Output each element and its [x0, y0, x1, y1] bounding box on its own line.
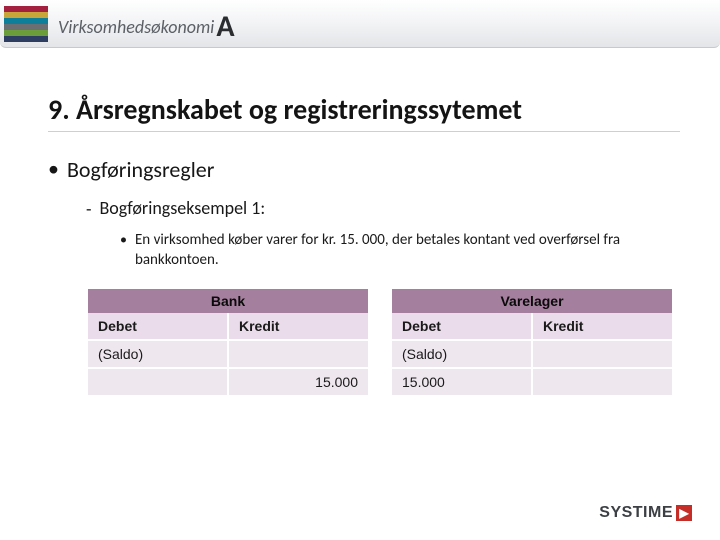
col-kredit: Kredit	[533, 313, 672, 339]
footer-brand-text: SYSTIME	[599, 504, 673, 522]
table-row: 15.000	[392, 367, 672, 395]
brand: Virksomhedsøkonomi A	[58, 9, 235, 39]
cell: (Saldo)	[88, 341, 229, 367]
col-debet: Debet	[392, 313, 533, 339]
sublist-text: Bogføringseksempel 1:	[100, 197, 266, 219]
page-title: 9. Årsregnskabet og registreringssytemet	[48, 92, 680, 132]
subsublist-text: En virksomhed køber varer for kr. 15. 00…	[135, 230, 680, 271]
cell	[229, 341, 368, 367]
sublist: Bogføringseksempel 1:	[86, 197, 680, 220]
cell: (Saldo)	[392, 341, 533, 367]
table-row: (Saldo)	[392, 339, 672, 367]
sublist-item: Bogføringseksempel 1:	[86, 197, 680, 220]
bullet-text: Bogføringsregler	[67, 156, 214, 183]
table-varelager: Varelager Debet Kredit (Saldo) 15.000	[392, 289, 672, 395]
brand-suffix: A	[216, 12, 234, 42]
cell: 15.000	[392, 369, 533, 395]
bullet-list: Bogføringsregler	[48, 156, 680, 183]
cell	[533, 369, 672, 395]
content: 9. Årsregnskabet og registreringssytemet…	[0, 48, 720, 395]
table-row: 15.000	[88, 367, 368, 395]
cell	[88, 369, 229, 395]
tables-row: Bank Debet Kredit (Saldo) 15.000 Varelag…	[88, 289, 680, 395]
play-icon: ▶	[676, 505, 692, 521]
bullet-item: Bogføringsregler	[48, 156, 680, 183]
subsublist-item: En virksomhed køber varer for kr. 15. 00…	[120, 230, 680, 271]
subsublist: En virksomhed køber varer for kr. 15. 00…	[120, 230, 680, 271]
cell: 15.000	[229, 369, 368, 395]
cell	[533, 341, 672, 367]
table-varelager-header-row: Debet Kredit	[392, 313, 672, 339]
table-bank: Bank Debet Kredit (Saldo) 15.000	[88, 289, 368, 395]
table-bank-header-row: Debet Kredit	[88, 313, 368, 339]
col-kredit: Kredit	[229, 313, 368, 339]
header-bar: Virksomhedsøkonomi A	[0, 0, 720, 48]
footer-brand: SYSTIME ▶	[599, 504, 692, 522]
logo-stripes-icon	[4, 6, 48, 42]
table-varelager-title: Varelager	[392, 289, 672, 313]
table-row: (Saldo)	[88, 339, 368, 367]
slide: Virksomhedsøkonomi A 9. Årsregnskabet og…	[0, 0, 720, 540]
brand-text: Virksomhedsøkonomi	[58, 16, 214, 38]
col-debet: Debet	[88, 313, 229, 339]
table-bank-title: Bank	[88, 289, 368, 313]
